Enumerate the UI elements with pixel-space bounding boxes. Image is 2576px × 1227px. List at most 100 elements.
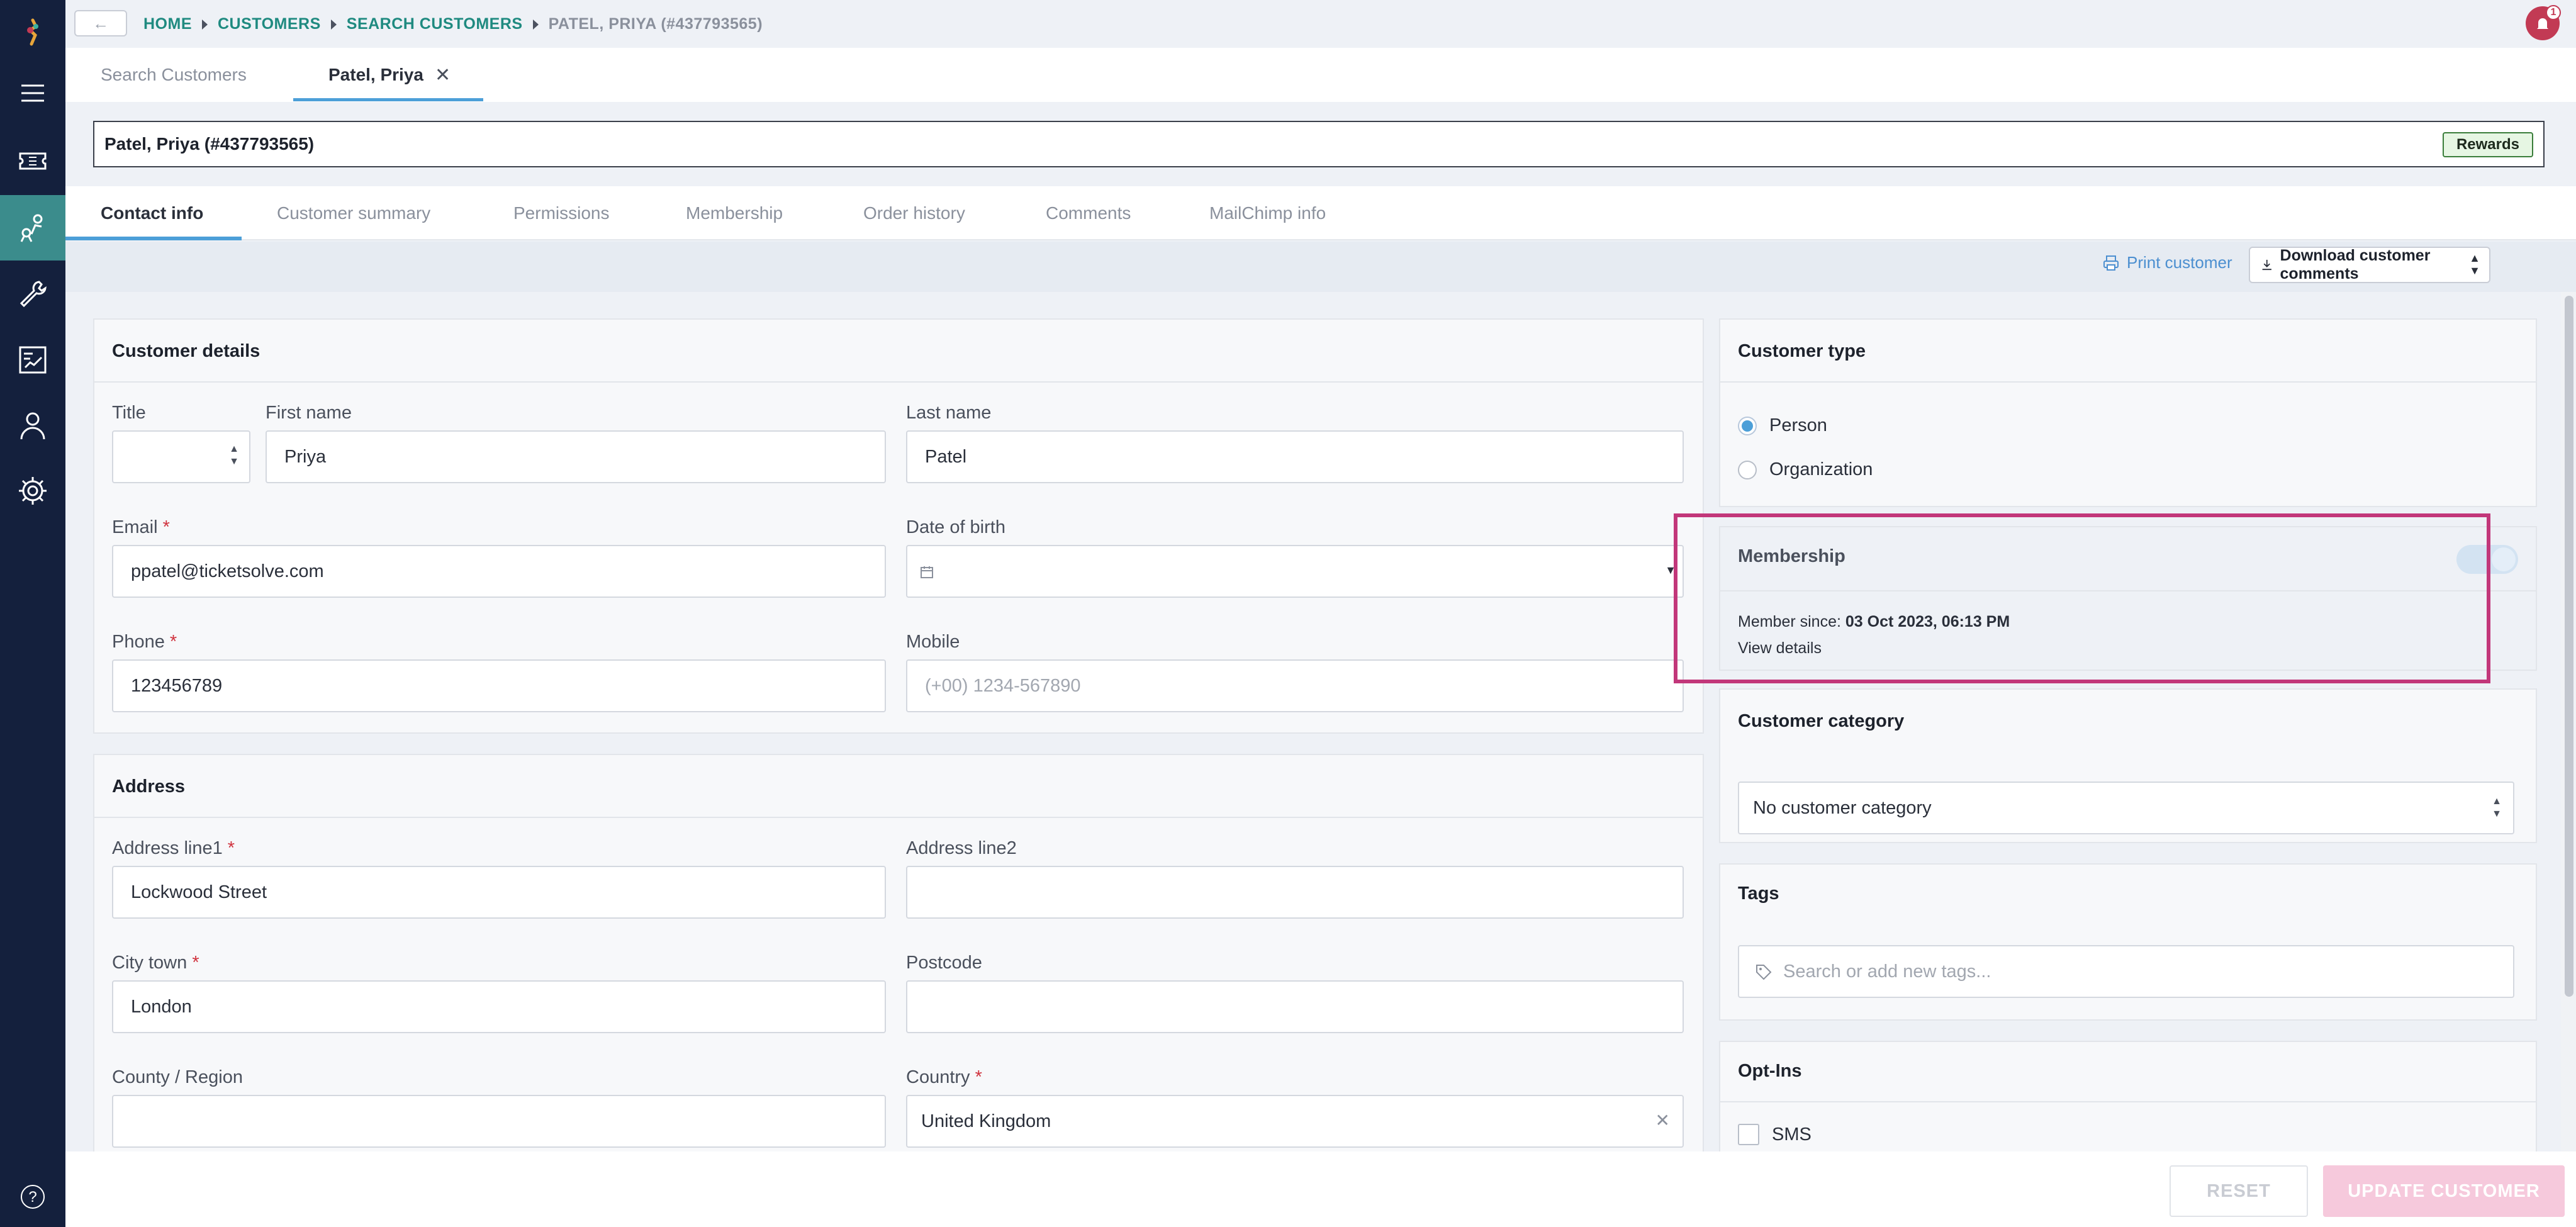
tab-patel-priya[interactable]: Patel, Priya ✕ <box>328 48 451 102</box>
sort-arrows-icon: ▲ ▼ <box>2469 252 2480 277</box>
postcode-input[interactable] <box>906 980 1684 1033</box>
breadcrumb: HOME CUSTOMERS SEARCH CUSTOMERS PATEL, P… <box>143 15 763 33</box>
brand-logo-icon[interactable] <box>0 0 65 65</box>
mobile-input[interactable]: (+00) 1234-567890 <box>906 659 1684 712</box>
printer-icon <box>2103 255 2119 271</box>
phone-label: Phone * <box>112 632 177 652</box>
caret-right-icon <box>202 19 208 30</box>
tag-icon <box>1756 965 1772 980</box>
radio-label: Person <box>1769 415 1827 435</box>
reset-button[interactable]: RESET <box>2170 1165 2308 1217</box>
phone-label-text: Phone <box>112 632 165 652</box>
divider <box>1720 1101 2536 1102</box>
back-button[interactable]: ← <box>74 10 127 36</box>
rewards-badge[interactable]: Rewards <box>2442 132 2533 157</box>
sms-checkbox[interactable]: SMS <box>1738 1124 1812 1145</box>
country-value: United Kingdom <box>921 1111 1051 1131</box>
tab-customer-summary[interactable]: Customer summary <box>277 186 430 240</box>
update-customer-button[interactable]: UPDATE CUSTOMER <box>2323 1165 2565 1217</box>
main-content: Customer details Title ▲ ▼ First name Pri… <box>65 292 2561 1151</box>
title-select[interactable]: ▲ ▼ <box>112 430 250 483</box>
footer-bar: RESET UPDATE CUSTOMER <box>65 1151 2576 1227</box>
city-input[interactable]: London <box>112 980 886 1033</box>
svg-text:?: ? <box>28 1189 36 1206</box>
download-icon <box>2262 259 2271 271</box>
country-select[interactable]: United Kingdom ✕ <box>906 1095 1684 1148</box>
scrollbar-thumb[interactable] <box>2565 296 2573 997</box>
county-input[interactable] <box>112 1095 886 1148</box>
country-label-text: Country <box>906 1067 970 1087</box>
menu-icon[interactable] <box>0 60 65 126</box>
tab-order-history[interactable]: Order history <box>863 186 965 240</box>
tab-search-customers[interactable]: Search Customers <box>101 48 247 102</box>
clear-icon[interactable]: ✕ <box>1655 1110 1670 1131</box>
radio-selected-icon <box>1738 416 1757 435</box>
customer-details-panel: Customer details Title ▲ ▼ First name Pri… <box>93 318 1704 734</box>
caret-right-icon <box>330 19 337 30</box>
address-line1-label: Address line1 * <box>112 838 235 858</box>
first-name-label: First name <box>266 403 352 423</box>
last-name-input[interactable]: Patel <box>906 430 1684 483</box>
address-line2-label: Address line2 <box>906 838 1017 858</box>
tab-contact-info[interactable]: Contact info <box>101 186 203 240</box>
print-customer-label: Print customer <box>2127 253 2232 272</box>
help-icon[interactable]: ? <box>0 1164 65 1227</box>
tab-comments[interactable]: Comments <box>1046 186 1131 240</box>
checkbox-icon <box>1738 1124 1759 1145</box>
panel-title: Customer details <box>112 341 260 361</box>
close-icon[interactable]: ✕ <box>435 64 451 86</box>
tags-panel: Tags Search or add new tags... <box>1719 863 2537 1021</box>
tab-permissions[interactable]: Permissions <box>513 186 609 240</box>
sort-arrows-icon: ▲ ▼ <box>2492 796 2502 819</box>
last-name-label: Last name <box>906 403 992 423</box>
breadcrumb-search-customers[interactable]: SEARCH CUSTOMERS <box>347 15 523 33</box>
download-comments-label: Download customer comments <box>2280 247 2431 283</box>
calendar-icon <box>921 566 933 578</box>
top-bar: ← HOME CUSTOMERS SEARCH CUSTOMERS PATEL,… <box>65 0 2576 48</box>
email-label-text: Email <box>112 517 158 537</box>
customers-icon[interactable] <box>0 195 65 261</box>
sms-label: SMS <box>1772 1124 1812 1145</box>
radio-organization[interactable]: Organization <box>1738 459 1873 480</box>
date-of-birth-input[interactable]: ▼ <box>906 545 1684 598</box>
category-value: No customer category <box>1753 797 1932 818</box>
breadcrumb-customers[interactable]: CUSTOMERS <box>218 15 321 33</box>
country-label: Country * <box>906 1067 982 1087</box>
gear-icon[interactable] <box>0 458 65 524</box>
breadcrumb-home[interactable]: HOME <box>143 15 192 33</box>
ticket-icon[interactable] <box>0 128 65 194</box>
address-panel: Address Address line1 * Lockwood Street … <box>93 754 1704 1151</box>
customer-name: Patel, Priya (#437793565) <box>104 134 315 154</box>
email-input[interactable]: ppatel@ticketsolve.com <box>112 545 886 598</box>
breadcrumb-current: PATEL, PRIYA (#437793565) <box>548 15 763 33</box>
user-icon[interactable] <box>0 393 65 458</box>
active-tab-indicator <box>65 237 242 240</box>
address-line1-input[interactable]: Lockwood Street <box>112 866 886 919</box>
panel-title: Address <box>112 776 186 797</box>
panel-title: Tags <box>1738 883 1779 904</box>
divider <box>94 381 1703 383</box>
left-navigation: ? <box>0 0 65 1227</box>
notification-count-badge: 1 <box>2546 5 2561 20</box>
first-name-input[interactable]: Priya <box>266 430 886 483</box>
customer-category-select[interactable]: No customer category ▲ ▼ <box>1738 782 2514 834</box>
active-tab-indicator <box>293 98 483 101</box>
tags-input[interactable]: Search or add new tags... <box>1738 945 2514 998</box>
email-label: Email * <box>112 517 170 537</box>
divider <box>1720 381 2536 383</box>
address-line2-input[interactable] <box>906 866 1684 919</box>
notifications-button[interactable]: 1 <box>2526 5 2561 40</box>
section-tabs: Contact info Customer summary Permission… <box>65 186 2576 240</box>
download-comments-button[interactable]: Download customer comments ▲ ▼ <box>2249 247 2490 283</box>
wrench-icon[interactable] <box>0 261 65 326</box>
tab-membership[interactable]: Membership <box>686 186 783 240</box>
caret-right-icon <box>532 19 539 30</box>
tab-label: Patel, Priya <box>328 65 423 84</box>
tab-mailchimp-info[interactable]: MailChimp info <box>1209 186 1326 240</box>
reports-icon[interactable] <box>0 327 65 393</box>
print-customer-link[interactable]: Print customer <box>2102 253 2232 272</box>
radio-person[interactable]: Person <box>1738 415 1827 436</box>
mobile-label: Mobile <box>906 632 960 652</box>
membership-highlight-box <box>1674 513 2490 683</box>
phone-input[interactable]: 123456789 <box>112 659 886 712</box>
